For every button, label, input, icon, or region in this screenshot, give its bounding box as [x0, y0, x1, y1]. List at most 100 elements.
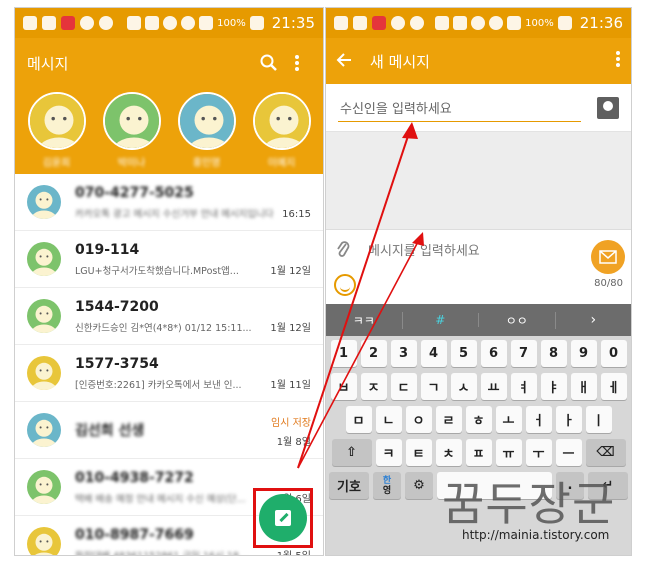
conversation-name: 1544-7200 — [75, 298, 159, 315]
key[interactable]: ㅛ — [480, 373, 507, 400]
key[interactable]: 2 — [360, 340, 387, 367]
cloud-icon — [80, 16, 94, 30]
key[interactable]: ㅐ — [570, 373, 597, 400]
key[interactable]: ㅅ — [450, 373, 477, 400]
avatar — [27, 527, 61, 555]
key[interactable]: ㄱ — [420, 373, 447, 400]
app-notification-icon — [61, 16, 75, 30]
suggestion-item[interactable]: ㅇㅇ — [479, 311, 556, 329]
key[interactable]: ㅈ — [360, 373, 387, 400]
chevron-right-icon[interactable]: › — [556, 312, 632, 328]
status-bar: 100% 21:35 — [15, 8, 323, 38]
favorite-contact[interactable]: 이예지 — [252, 92, 312, 174]
key[interactable]: ㅠ — [495, 439, 522, 466]
key[interactable]: 4 — [420, 340, 447, 367]
key[interactable]: ㅁ — [345, 406, 372, 433]
favorite-name: 이예지 — [267, 158, 296, 169]
message-input[interactable]: 메시지를 입력하세요 — [368, 240, 480, 259]
conversation-row[interactable]: 070-4277-5025 카카오톡 광고 메시지 수신거부 안내 메시지입니다 1… — [15, 174, 323, 231]
language-key[interactable]: 한영 — [373, 472, 401, 499]
key[interactable]: ㅏ — [555, 406, 582, 433]
key[interactable]: 0 — [600, 340, 627, 367]
clock: 21:35 — [271, 14, 315, 32]
key[interactable]: 6 — [480, 340, 507, 367]
suggestion-item[interactable]: # — [403, 313, 479, 327]
key[interactable]: ㅂ — [330, 373, 357, 400]
key[interactable]: ㄷ — [390, 373, 417, 400]
conversation-time: 1월 5일 — [277, 547, 311, 555]
settings-key[interactable]: ⚙ — [405, 472, 433, 499]
key[interactable]: 9 — [570, 340, 597, 367]
backspace-key[interactable]: ⌫ — [585, 439, 626, 466]
key[interactable]: ㅔ — [600, 373, 627, 400]
key[interactable]: ㅡ — [555, 439, 582, 466]
app-bar: 메시지 — [15, 38, 323, 88]
key[interactable]: ㄴ — [375, 406, 402, 433]
back-arrow-icon[interactable] — [336, 51, 364, 72]
app-notification-icon — [353, 16, 367, 30]
conversation-row[interactable]: 1577-3754 [인증번호:2261] 카카오톡에서 보낸 인... 1월 11… — [15, 345, 323, 402]
key[interactable]: ㅇ — [405, 406, 432, 433]
avatar — [27, 299, 61, 333]
avatar — [252, 92, 311, 150]
attach-icon[interactable] — [336, 238, 350, 265]
signal-icon — [507, 16, 522, 30]
suggestion-item[interactable]: ㅋㅋ — [326, 311, 403, 329]
key[interactable]: 8 — [540, 340, 567, 367]
key[interactable]: ㅣ — [585, 406, 612, 433]
conversation-time: 1월 11일 — [270, 380, 311, 391]
conversation-name: 1577-3754 — [75, 355, 159, 372]
draft-label: 임시 저장 — [271, 418, 311, 429]
key[interactable]: ㅎ — [465, 406, 492, 433]
conversation-time: 1월 8일 — [276, 437, 311, 448]
key[interactable]: ㅕ — [510, 373, 537, 400]
more-options-icon[interactable] — [283, 49, 311, 77]
key[interactable]: 5 — [450, 340, 477, 367]
recipient-input[interactable]: 수신인을 입력하세요 — [338, 94, 581, 122]
key[interactable]: ㅓ — [525, 406, 552, 433]
send-button[interactable] — [591, 240, 625, 274]
cast-icon — [127, 16, 142, 30]
emoticon-icon[interactable] — [334, 274, 356, 296]
shift-key[interactable]: ⇧ — [331, 439, 372, 466]
key[interactable]: ㅊ — [435, 439, 462, 466]
conversation-area — [326, 132, 631, 229]
conversation-row[interactable]: 김선희 선생 임시 저장 1월 8일 — [15, 402, 323, 459]
search-icon[interactable] — [255, 49, 283, 77]
avatar — [27, 92, 86, 150]
char-count: 80/80 — [594, 278, 623, 289]
conversation-name: 010-4938-7272 — [75, 469, 194, 486]
battery-percent: 100% — [525, 17, 554, 29]
key[interactable]: 1 — [330, 340, 357, 367]
key[interactable]: 3 — [390, 340, 417, 367]
key[interactable]: ㅍ — [465, 439, 492, 466]
avatar — [177, 92, 236, 150]
key[interactable]: ㅑ — [540, 373, 567, 400]
favorites-bar: 김윤희 박미나 홍민영 이예지 — [15, 88, 323, 174]
battery-icon — [249, 16, 264, 30]
key[interactable]: ㅜ — [525, 439, 552, 466]
app-notification-icon — [42, 16, 56, 30]
battery-icon — [557, 16, 572, 30]
key[interactable]: ㅗ — [495, 406, 522, 433]
key[interactable]: ㅌ — [405, 439, 432, 466]
avatar — [102, 92, 161, 150]
page-title: 새 메시지 — [370, 52, 430, 71]
more-options-icon[interactable] — [615, 50, 621, 72]
conversation-row[interactable]: 019-114 LGU+청구서가도착했습니다.MPost앱... 1월 12일 — [15, 231, 323, 288]
favorite-contact[interactable]: 홍민영 — [177, 92, 237, 174]
clock: 21:36 — [579, 14, 623, 32]
favorite-contact[interactable]: 김윤희 — [27, 92, 87, 174]
key[interactable]: ㅋ — [375, 439, 402, 466]
symbol-key[interactable]: 기호 — [329, 472, 369, 499]
key[interactable]: ㄹ — [435, 406, 462, 433]
compose-button[interactable] — [259, 494, 307, 542]
avatar — [27, 185, 61, 219]
favorite-contact[interactable]: 박미나 — [102, 92, 162, 174]
conversation-row[interactable]: 1544-7200 신한카드승인 김*연(4*8*) 01/12 15:11...… — [15, 288, 323, 345]
favorite-name: 홍민영 — [192, 158, 221, 169]
app-bar: 새 메시지 — [326, 38, 631, 84]
conversation-name: 019-114 — [75, 241, 140, 258]
contact-picker-icon[interactable] — [597, 96, 619, 119]
key[interactable]: 7 — [510, 340, 537, 367]
